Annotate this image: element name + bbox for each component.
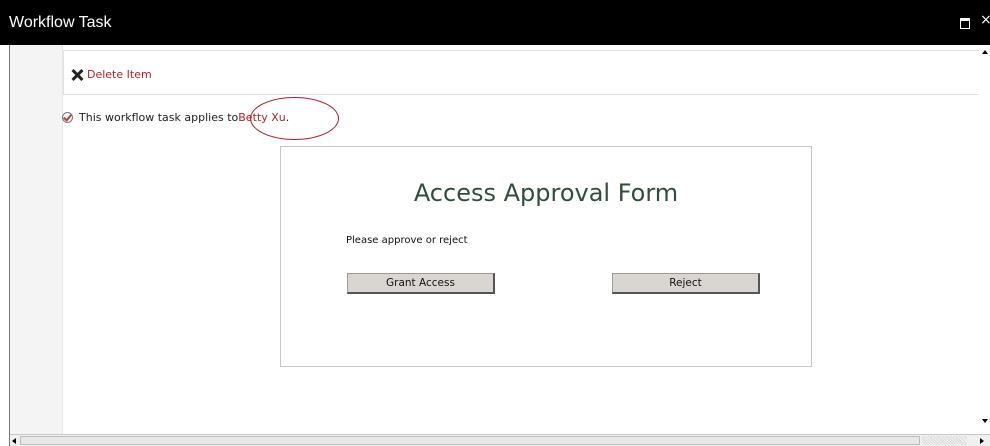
left-gutter [10, 45, 63, 434]
highlight-circle [250, 97, 339, 140]
delete-item-button[interactable]: Delete Item [72, 66, 152, 82]
dialog-content: Delete Item This workflow task applies t… [9, 45, 990, 446]
scroll-down-icon[interactable] [982, 419, 988, 423]
applies-text: This workflow task applies to [79, 110, 239, 124]
grant-access-button[interactable]: Grant Access [347, 273, 495, 294]
maximize-icon[interactable] [960, 18, 970, 29]
form-title: Access Approval Form [413, 179, 679, 207]
horizontal-scroll-thumb[interactable] [20, 436, 920, 445]
reject-button[interactable]: Reject [612, 273, 760, 294]
title-bar: Workflow Task × [0, 0, 990, 45]
form-prompt: Please approve or reject [346, 235, 468, 246]
x-delete-icon [72, 69, 83, 80]
horizontal-scrollbar[interactable] [10, 434, 990, 446]
scroll-up-icon[interactable] [982, 50, 988, 54]
scroll-right-icon[interactable] [980, 438, 984, 444]
window-title: Workflow Task [9, 14, 112, 31]
approval-form: Access Approval Form Please approve or r… [280, 146, 812, 367]
task-check-icon [62, 111, 73, 123]
delete-item-label: Delete Item [87, 67, 152, 81]
vertical-scrollbar[interactable] [979, 45, 990, 434]
ribbon-toolbar: Delete Item [63, 50, 981, 95]
horizontal-scroll-track [922, 436, 967, 445]
close-icon[interactable]: × [980, 13, 990, 27]
scroll-left-icon[interactable] [12, 438, 16, 444]
